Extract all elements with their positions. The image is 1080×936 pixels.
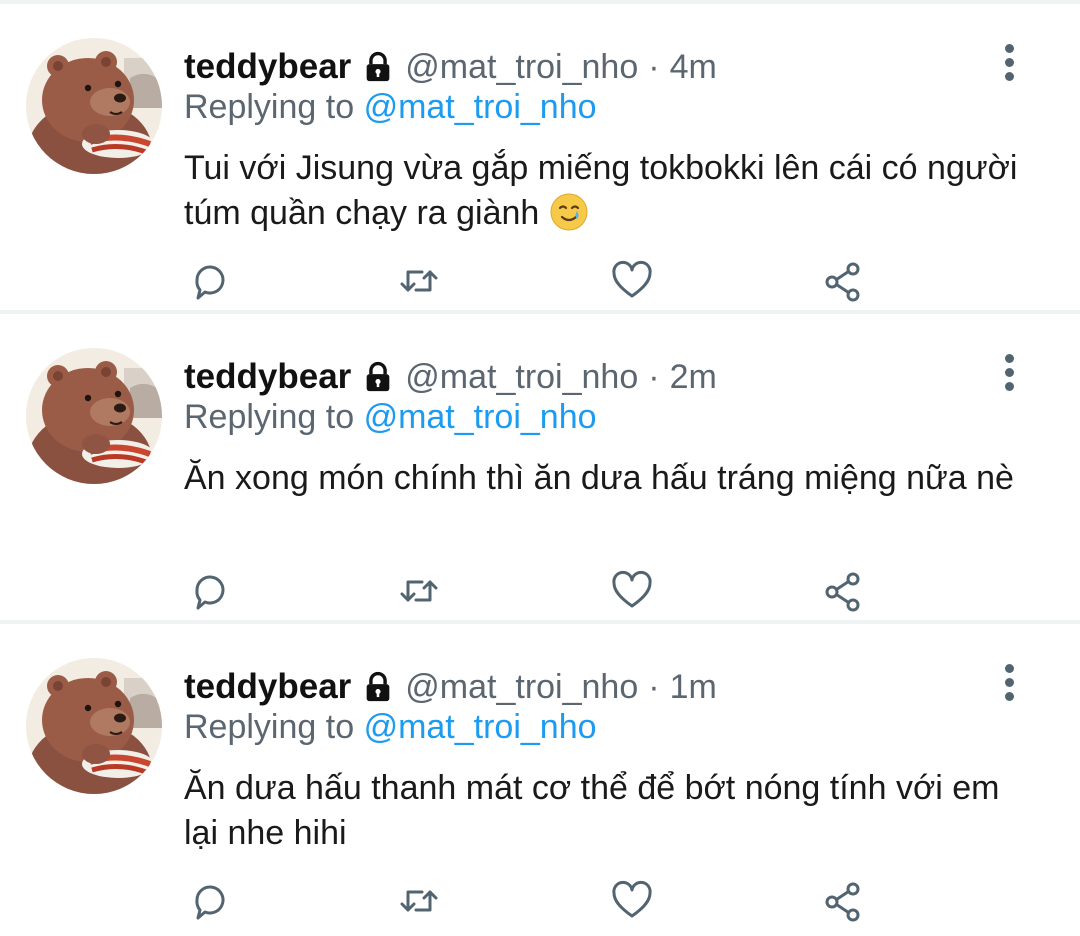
bear-avatar-image (26, 38, 162, 174)
like-button[interactable] (609, 568, 655, 614)
replying-to-line: Replying to @mat_troi_nho (184, 88, 597, 127)
replying-to-mention[interactable]: @mat_troi_nho (364, 88, 597, 126)
more-options-icon[interactable] (996, 44, 1022, 84)
lock-icon (366, 361, 390, 392)
reply-button[interactable] (187, 258, 233, 304)
retweet-button[interactable] (396, 878, 442, 924)
display-name[interactable]: teddybear (184, 357, 351, 397)
reply-button[interactable] (187, 878, 233, 924)
tweet-actions (184, 878, 884, 924)
tweet-header: teddybear @mat_troi_nho · 4m (184, 42, 717, 92)
lock-icon (366, 671, 390, 702)
like-icon (612, 260, 652, 298)
tweet-text: Tui với Jisung vừa gắp miếng tokbokki lê… (184, 146, 1024, 236)
share-button[interactable] (820, 878, 866, 924)
timestamp[interactable]: 4m (670, 48, 717, 87)
tweet-text: Ăn dưa hấu thanh mát cơ thể để bớt nóng … (184, 766, 1024, 856)
avatar[interactable] (26, 658, 162, 794)
replying-to-line: Replying to @mat_troi_nho (184, 398, 597, 437)
replying-to-mention[interactable]: @mat_troi_nho (364, 398, 597, 436)
replying-to-label: Replying to (184, 88, 355, 126)
retweet-icon (400, 580, 438, 602)
display-name[interactable]: teddybear (184, 667, 351, 707)
tweet[interactable]: teddybear @mat_troi_nho · 2m Replying to… (0, 314, 1080, 624)
tweet-text: Ăn xong món chính thì ăn dưa hấu tráng m… (184, 456, 1024, 501)
like-button[interactable] (609, 878, 655, 924)
tweet-text-content: Tui với Jisung vừa gắp miếng tokbokki lê… (184, 149, 1018, 232)
replying-to-line: Replying to @mat_troi_nho (184, 708, 597, 747)
separator-dot: · (648, 357, 660, 396)
share-icon (825, 572, 860, 612)
smiling-face-with-tear-icon (550, 193, 588, 231)
separator-dot: · (648, 667, 660, 706)
display-name[interactable]: teddybear (184, 47, 351, 87)
user-handle[interactable]: @mat_troi_nho (405, 48, 638, 87)
lock-icon (366, 51, 390, 82)
tweet-header: teddybear @mat_troi_nho · 2m (184, 352, 717, 402)
separator-dot: · (648, 47, 660, 86)
retweet-button[interactable] (396, 568, 442, 614)
timestamp[interactable]: 1m (670, 668, 717, 707)
reply-button[interactable] (187, 568, 233, 614)
share-icon (825, 262, 860, 302)
like-icon (612, 570, 652, 608)
tweet-text-content: Ăn xong món chính thì ăn dưa hấu tráng m… (184, 459, 1014, 497)
replying-to-label: Replying to (184, 398, 355, 436)
reply-icon (195, 575, 225, 610)
share-button[interactable] (820, 568, 866, 614)
tweet-text-content: Ăn dưa hấu thanh mát cơ thể để bớt nóng … (184, 769, 1000, 852)
tweet-header: teddybear @mat_troi_nho · 1m (184, 662, 717, 712)
like-icon (612, 880, 652, 918)
tweet-actions (184, 568, 884, 614)
share-button[interactable] (820, 258, 866, 304)
tweet[interactable]: teddybear @mat_troi_nho · 1m Replying to… (0, 624, 1080, 934)
user-handle[interactable]: @mat_troi_nho (405, 668, 638, 707)
tweet-actions (184, 258, 884, 304)
reply-icon (195, 265, 225, 300)
user-handle[interactable]: @mat_troi_nho (405, 358, 638, 397)
bear-avatar-image (26, 348, 162, 484)
tweet[interactable]: teddybear @mat_troi_nho · 4m Replying to… (0, 4, 1080, 314)
share-icon (825, 882, 860, 922)
avatar[interactable] (26, 348, 162, 484)
retweet-icon (400, 270, 438, 292)
replying-to-mention[interactable]: @mat_troi_nho (364, 708, 597, 746)
reply-icon (195, 885, 225, 920)
bear-avatar-image (26, 658, 162, 794)
replying-to-label: Replying to (184, 708, 355, 746)
more-options-icon[interactable] (996, 664, 1022, 704)
like-button[interactable] (609, 258, 655, 304)
timestamp[interactable]: 2m (670, 358, 717, 397)
retweet-icon (400, 890, 438, 912)
retweet-button[interactable] (396, 258, 442, 304)
more-options-icon[interactable] (996, 354, 1022, 394)
avatar[interactable] (26, 38, 162, 174)
